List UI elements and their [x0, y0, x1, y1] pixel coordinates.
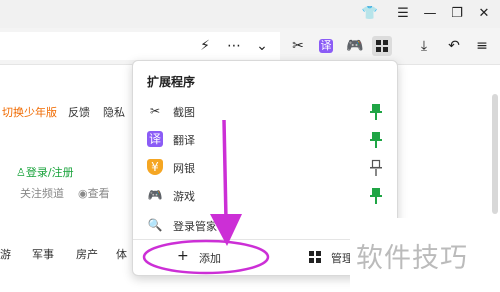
popup-title: 扩展程序 [147, 75, 196, 89]
translate-icon: 译 [147, 131, 163, 147]
restore-icon[interactable]: ❐ [447, 4, 467, 24]
grid-icon [309, 251, 321, 263]
login-link[interactable]: ♙登录/注册 [16, 164, 74, 180]
extension-item-game[interactable]: 🎮 游戏 [133, 183, 397, 209]
extension-label: 网银 [173, 162, 195, 175]
title-bar: 👕 ☰ — ❐ ✕ [0, 0, 500, 28]
plus-icon[interactable]: + [177, 249, 189, 263]
download-icon[interactable]: ⤓ [414, 36, 434, 56]
pin-icon[interactable] [369, 187, 383, 205]
extension-label: 截图 [173, 106, 195, 119]
category-military[interactable]: 军事 [32, 246, 54, 262]
extension-item-screenshot[interactable]: ✂ 截图 [133, 99, 397, 125]
follow-channel-link[interactable]: 关注频道 [20, 185, 64, 201]
eye-icon: ◉ [78, 187, 88, 200]
lightning-icon[interactable]: ⚡ [195, 36, 215, 56]
extension-item-bank[interactable]: ¥ 网银 [133, 155, 397, 181]
translate-ext-icon[interactable]: 译 [316, 36, 336, 56]
category-travel[interactable]: 游 [0, 246, 11, 262]
extension-label: 翻译 [173, 134, 195, 147]
user-icon: ♙ [16, 166, 26, 179]
key-search-icon: 🔍 [147, 218, 163, 232]
close-icon[interactable]: ✕ [474, 4, 494, 24]
game-ext-icon[interactable]: 🎮 [345, 36, 365, 56]
scissors-icon: ✂ [149, 104, 161, 118]
pin-icon[interactable] [369, 131, 383, 149]
add-extension-button[interactable]: 添加 [199, 250, 221, 266]
login-label: 登录/注册 [25, 166, 74, 179]
watermark-text: 软件技巧 [356, 243, 468, 274]
gamepad-icon: 🎮 [147, 188, 163, 202]
minimize-icon[interactable]: — [420, 4, 440, 24]
more-icon[interactable]: ⋯ [224, 36, 244, 56]
undo-icon[interactable]: ↶ [444, 36, 464, 56]
category-sports[interactable]: 体 [116, 246, 127, 262]
menu-icon[interactable]: ≡ [472, 36, 492, 56]
menu-icon[interactable]: ☰ [393, 4, 413, 24]
extension-item-translate[interactable]: 译 翻译 [133, 127, 397, 153]
switch-youth-link[interactable]: 切换少年版 [2, 104, 57, 120]
chevron-down-icon[interactable]: ⌄ [252, 36, 272, 56]
pin-outline-icon[interactable] [369, 159, 383, 177]
scrollbar[interactable] [492, 94, 498, 214]
scissors-icon[interactable]: ✂ [288, 36, 308, 56]
shirt-icon[interactable]: 👕 [360, 4, 380, 24]
pin-icon[interactable] [369, 103, 383, 121]
look-link[interactable]: ◉查看 [78, 185, 110, 201]
look-label: 查看 [87, 187, 110, 200]
extensions-icon[interactable] [372, 36, 392, 56]
feedback-link[interactable]: 反馈 [68, 104, 90, 120]
category-property[interactable]: 房产 [76, 246, 98, 262]
shield-icon: ¥ [147, 159, 163, 175]
extension-label: 游戏 [173, 190, 195, 203]
extension-label: 登录管家 [173, 220, 217, 233]
browser-toolbar: ⚡ ⋯ ⌄ ✂ 译 🎮 ⤓ ↶ ≡ [0, 28, 500, 64]
privacy-link[interactable]: 隐私 [103, 104, 125, 120]
